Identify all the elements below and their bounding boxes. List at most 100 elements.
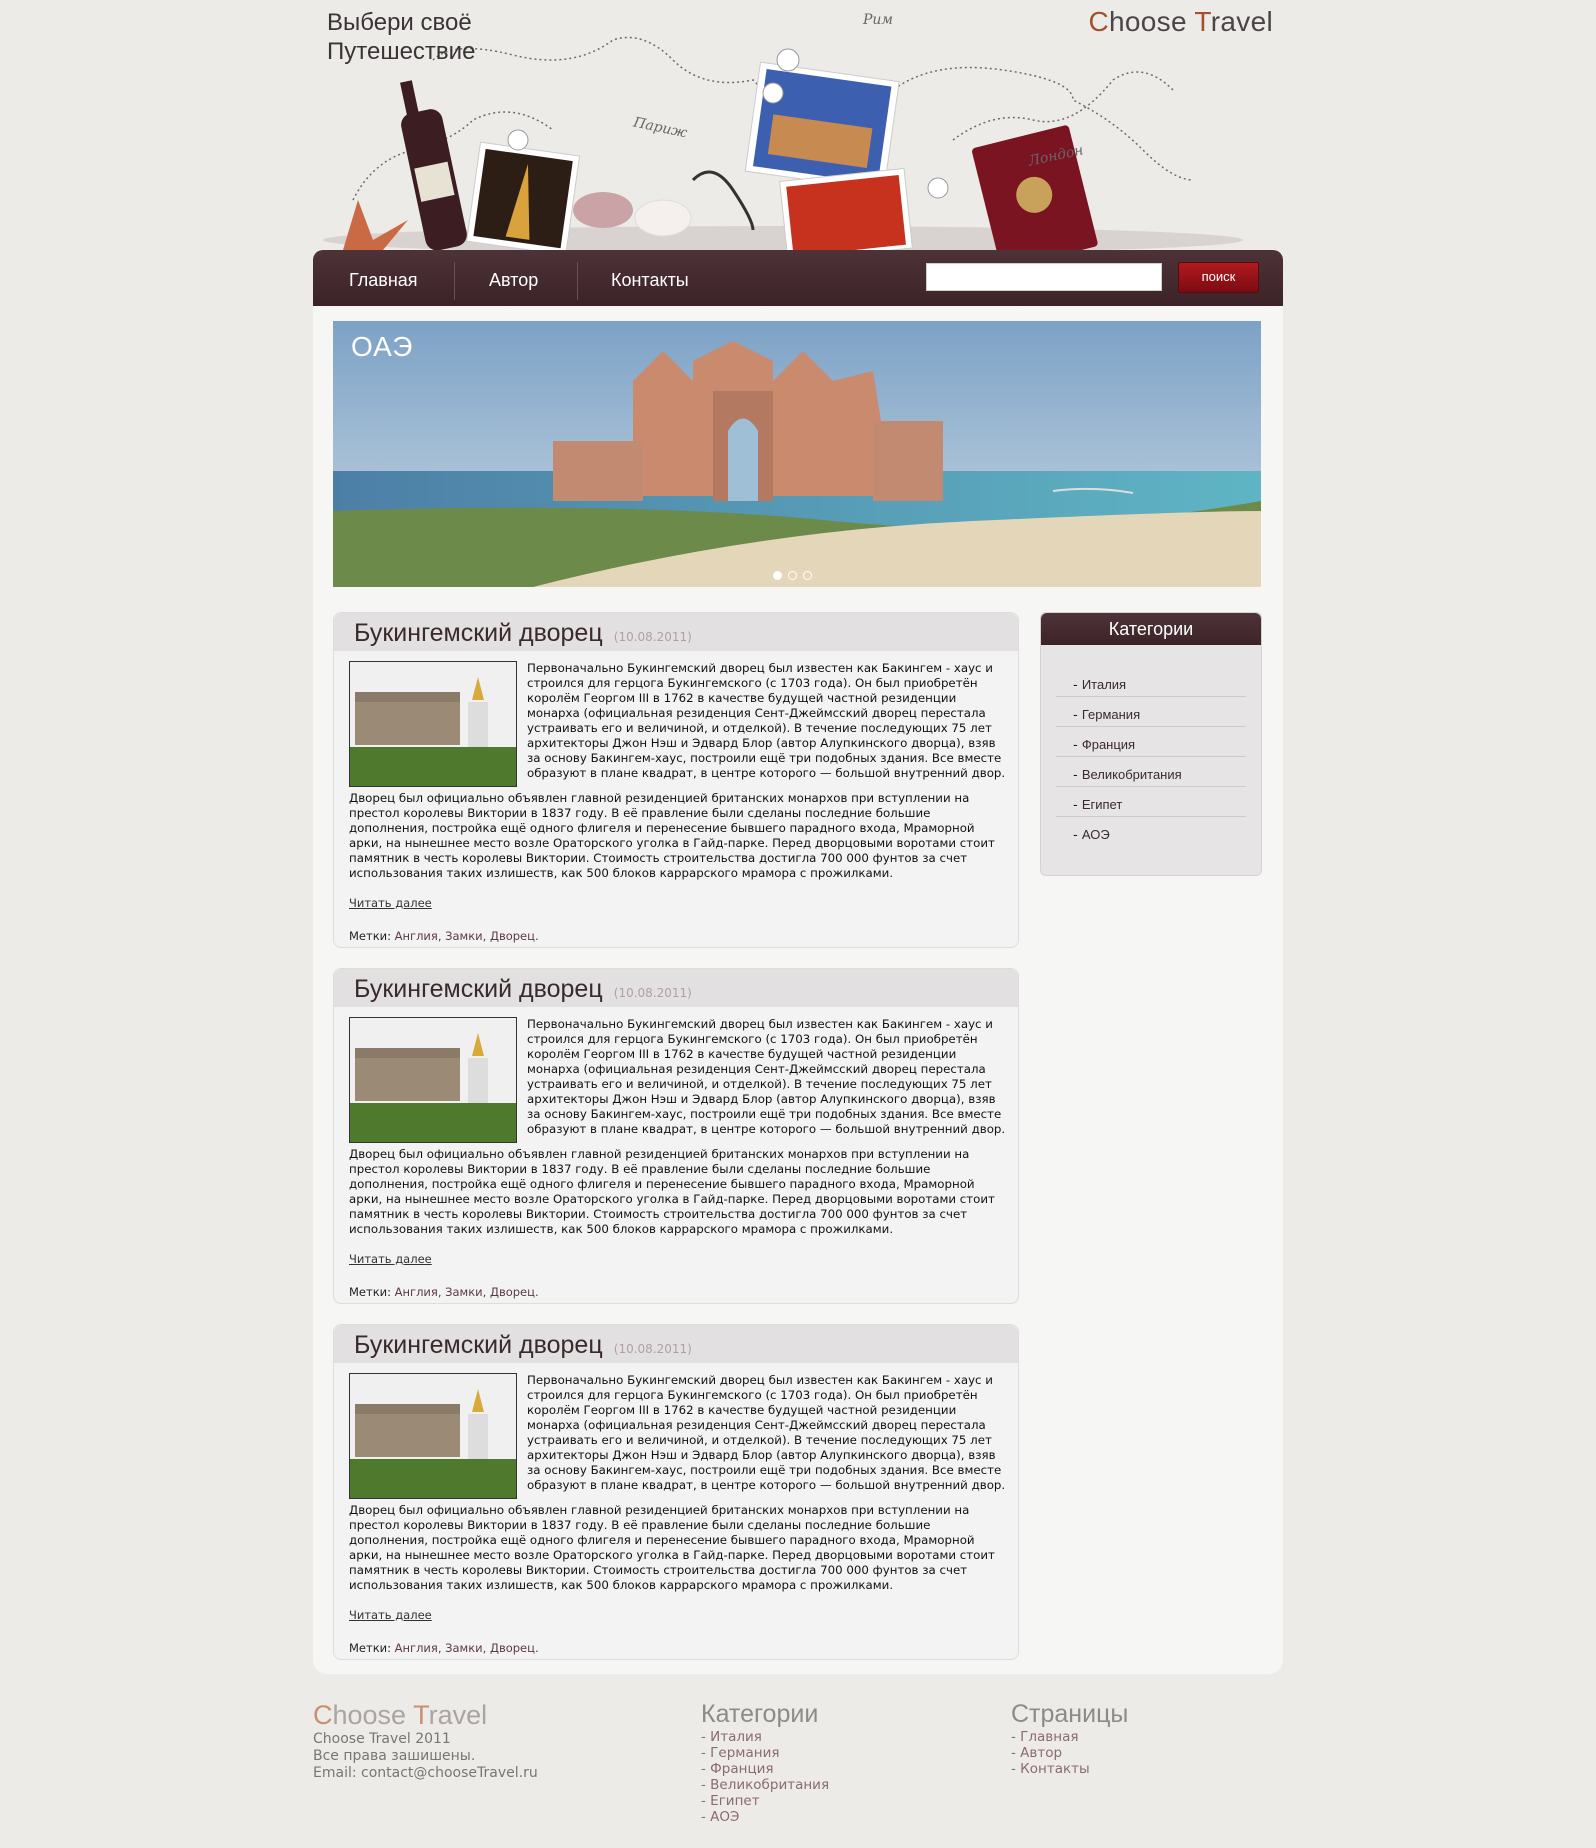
- nav-item-contacts[interactable]: Контакты: [611, 250, 689, 306]
- post-header: Букингемский дворец (10.08.2011): [334, 1325, 1018, 1363]
- footer-category-list: - Италия - Германия - Франция - Великобр…: [701, 1729, 829, 1825]
- footer-link-contacts[interactable]: Контакты: [1020, 1761, 1089, 1777]
- site-slogan: Выбери своё Путешествие: [327, 8, 475, 66]
- footer-categories: Категории - Италия - Германия - Франция …: [701, 1700, 829, 1825]
- read-more-link[interactable]: Читать далее: [349, 1252, 1006, 1267]
- sidebar-link-italy[interactable]: Италия: [1082, 677, 1126, 692]
- logo-text-hoose: hoose: [1109, 6, 1195, 37]
- map-label-rome: Рим: [863, 12, 894, 28]
- post-body: Первоначально Букингемский дворец был из…: [334, 1363, 1018, 1656]
- sidebar-link-france[interactable]: Франция: [1082, 737, 1135, 752]
- post-title[interactable]: Букингемский дворец: [354, 619, 603, 647]
- tags-links[interactable]: Англия, Замки, Дворец.: [395, 929, 539, 943]
- sidebar-link-egypt[interactable]: Египет: [1082, 797, 1122, 812]
- main-content: ОАЭ Букингемский дворец (10.08.2011) Пер…: [313, 306, 1283, 1674]
- post-tags: Метки: Англия, Замки, Дворец.: [349, 1641, 1006, 1656]
- sidebar-item: - Германия: [1056, 697, 1246, 727]
- categories-sidebar: Категории - Италия - Германия - Франция …: [1040, 612, 1262, 876]
- read-more-link[interactable]: Читать далее: [349, 1608, 1006, 1623]
- post-body: Первоначально Букингемский дворец был из…: [334, 651, 1018, 944]
- tags-links[interactable]: Англия, Замки, Дворец.: [395, 1285, 539, 1299]
- sidebar-item: - Великобритания: [1056, 757, 1246, 787]
- banner-image: [333, 321, 1261, 587]
- logo-letter-c: C: [1088, 6, 1110, 37]
- post-paragraph: Дворец был официально объявлен главной р…: [349, 1503, 995, 1592]
- footer-list-item: - Автор: [1011, 1745, 1063, 1761]
- post-tags: Метки: Англия, Замки, Дворец.: [349, 929, 1006, 944]
- banner-caption: ОАЭ: [351, 331, 414, 362]
- sidebar-link-uae[interactable]: АОЭ: [1082, 827, 1110, 842]
- footer-link-egypt[interactable]: Египет: [710, 1793, 759, 1809]
- sidebar-link-germany[interactable]: Германия: [1082, 707, 1140, 722]
- sunglasses-shape: [573, 192, 633, 228]
- blog-post: Букингемский дворец (10.08.2011) Первона…: [333, 1324, 1019, 1660]
- footer-categories-title: Категории: [701, 1700, 819, 1728]
- footer-list-item: - Египет: [701, 1793, 760, 1809]
- footer-link-great-britain[interactable]: Великобритания: [710, 1777, 829, 1793]
- read-more-link[interactable]: Читать далее: [349, 896, 1006, 911]
- footer-list-item: - Контакты: [1011, 1761, 1090, 1777]
- footer-logo[interactable]: Choose Travel: [313, 1700, 538, 1731]
- paris-photo: [466, 141, 581, 250]
- footer-link-italy[interactable]: Италия: [710, 1729, 762, 1745]
- footer-list-item: - Италия: [701, 1729, 762, 1745]
- logo-text-ravel: ravel: [428, 1700, 488, 1730]
- post-thumbnail[interactable]: [349, 1373, 517, 1499]
- post-body: Первоначально Букингемский дворец был из…: [334, 1007, 1018, 1300]
- footer-list-item: - Германия: [701, 1745, 780, 1761]
- post-title[interactable]: Букингемский дворец: [354, 1331, 603, 1359]
- nav-divider: [577, 262, 578, 300]
- footer-list-item: - АОЭ: [701, 1809, 740, 1825]
- footer-link-home[interactable]: Главная: [1020, 1729, 1078, 1745]
- post-header: Букингемский дворец (10.08.2011): [334, 613, 1018, 651]
- footer-email[interactable]: Email: contact@chooseTravel.ru: [313, 1765, 538, 1782]
- post-title[interactable]: Букингемский дворец: [354, 975, 603, 1003]
- post-tags: Метки: Англия, Замки, Дворец.: [349, 1285, 1006, 1300]
- logo-text-ravel: ravel: [1210, 6, 1273, 37]
- slider-dot[interactable]: [773, 571, 782, 580]
- blog-post: Букингемский дворец (10.08.2011) Первона…: [333, 612, 1019, 948]
- post-thumbnail[interactable]: [349, 1017, 517, 1143]
- footer-rights: Все права зашишены.: [313, 1748, 476, 1764]
- sidebar-link-great-britain[interactable]: Великобритания: [1082, 767, 1182, 782]
- logo-letter-c: C: [313, 1700, 333, 1730]
- post-paragraph: Дворец был официально объявлен главной р…: [349, 791, 995, 880]
- post-date: (10.08.2011): [613, 630, 692, 644]
- slider-dot[interactable]: [803, 571, 812, 580]
- logo-letter-t: T: [413, 1700, 429, 1730]
- footer-pages-title: Страницы: [1011, 1700, 1129, 1728]
- sidebar-item: - Франция: [1056, 727, 1246, 757]
- sidebar-item: - АОЭ: [1073, 827, 1110, 843]
- search-button[interactable]: поиск: [1178, 262, 1259, 293]
- slider-pagination: [773, 565, 818, 584]
- tags-label: Метки:: [349, 1641, 391, 1655]
- search-input[interactable]: [926, 263, 1162, 291]
- logo-text-hoose: hoose: [332, 1700, 414, 1730]
- nav-item-author[interactable]: Автор: [489, 250, 538, 306]
- footer-about: Choose Travel Choose Travel 2011 Все пра…: [313, 1700, 538, 1782]
- footer-link-uae[interactable]: АОЭ: [710, 1809, 739, 1825]
- tags-links[interactable]: Англия, Замки, Дворец.: [395, 1641, 539, 1655]
- nav-item-home[interactable]: Главная: [349, 250, 418, 306]
- banner-slider[interactable]: ОАЭ: [333, 321, 1261, 587]
- footer: Choose Travel Choose Travel 2011 Все пра…: [313, 1700, 1283, 1840]
- slogan-line-1: Выбери своё: [327, 9, 472, 36]
- footer-pages: Страницы - Главная - Автор - Контакты: [1011, 1700, 1128, 1777]
- footer-list-item: - Главная: [1011, 1729, 1079, 1745]
- post-thumbnail[interactable]: [349, 661, 517, 787]
- footer-pages-list: - Главная - Автор - Контакты: [1011, 1729, 1128, 1777]
- footer-link-france[interactable]: Франция: [710, 1761, 773, 1777]
- site-logo[interactable]: Choose Travel: [1089, 6, 1273, 38]
- footer-copyright: Choose Travel 2011: [313, 1731, 451, 1747]
- footer-link-germany[interactable]: Германия: [710, 1745, 779, 1761]
- slogan-line-2: Путешествие: [327, 38, 476, 65]
- post-paragraph: Дворец был официально объявлен главной р…: [349, 1147, 995, 1236]
- nav-divider: [454, 262, 455, 300]
- slider-dot[interactable]: [788, 571, 797, 580]
- footer-link-author[interactable]: Автор: [1020, 1745, 1062, 1761]
- post-date: (10.08.2011): [613, 1342, 692, 1356]
- sidebar-item: - Египет: [1056, 787, 1246, 817]
- sidebar-item: - Италия: [1056, 667, 1246, 697]
- tags-label: Метки:: [349, 929, 391, 943]
- footer-list-item: - Великобритания: [701, 1777, 830, 1793]
